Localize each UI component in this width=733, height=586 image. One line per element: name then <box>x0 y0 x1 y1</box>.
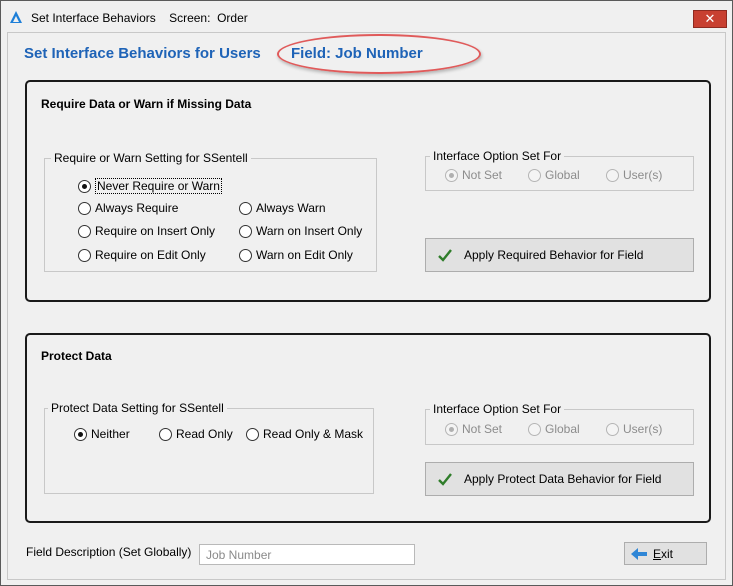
app-logo-icon <box>10 11 22 23</box>
protect-section: Protect Data Protect Data Setting for SS… <box>25 333 711 523</box>
protect-section-title: Protect Data <box>41 349 112 363</box>
radio-never-require-indicator <box>78 179 91 193</box>
dialog-client: Set Interface Behaviors for Users Field:… <box>7 32 726 580</box>
radio-never-require-label: Never Require or Warn <box>95 178 222 194</box>
radio-never-require[interactable]: Never Require or Warn <box>78 178 222 194</box>
protect-set-not-set-indicator <box>445 422 458 436</box>
radio-neither-indicator <box>74 427 87 441</box>
close-button[interactable]: ✕ <box>693 10 727 28</box>
radio-warn-insert-label: Warn on Insert Only <box>256 224 363 238</box>
apply-protect-behavior-button[interactable]: Apply Protect Data Behavior for Field <box>425 462 694 496</box>
radio-always-require-indicator <box>78 201 91 215</box>
apply-protect-behavior-label: Apply Protect Data Behavior for Field <box>464 472 662 486</box>
radio-read-only-mask[interactable]: Read Only & Mask <box>246 427 363 441</box>
radio-warn-edit-label: Warn on Edit Only <box>256 248 353 262</box>
field-description-label: Field Description (Set Globally) <box>26 545 192 559</box>
radio-warn-insert[interactable]: Warn on Insert Only <box>239 224 362 238</box>
radio-require-insert-label: Require on Insert Only <box>95 224 216 238</box>
require-set-not-set-label: Not Set <box>462 168 503 182</box>
require-set-users-label: User(s) <box>623 168 663 182</box>
require-setting-group-label: Require or Warn Setting for SSentell <box>51 151 251 165</box>
require-set-global-radio[interactable]: Global <box>528 168 580 182</box>
page-title: Set Interface Behaviors for Users <box>24 45 261 62</box>
field-description-input[interactable] <box>199 544 415 565</box>
radio-neither-label: Neither <box>91 427 130 441</box>
protect-setting-group-label: Protect Data Setting for SSentell <box>48 401 227 415</box>
apply-required-behavior-label: Apply Required Behavior for Field <box>464 248 644 262</box>
arrow-left-icon <box>631 547 647 560</box>
require-set-not-set-radio[interactable]: Not Set <box>445 168 502 182</box>
radio-warn-edit[interactable]: Warn on Edit Only <box>239 248 353 262</box>
protect-set-global-indicator <box>528 422 541 436</box>
require-section-title: Require Data or Warn if Missing Data <box>41 97 252 111</box>
require-set-global-label: Global <box>545 168 580 182</box>
radio-read-only-mask-indicator <box>246 427 259 441</box>
require-option-set-label: Interface Option Set For <box>430 149 565 163</box>
radio-always-require-label: Always Require <box>95 201 179 215</box>
radio-read-only-mask-label: Read Only & Mask <box>263 427 364 441</box>
radio-warn-edit-indicator <box>239 248 252 262</box>
require-set-global-indicator <box>528 168 541 182</box>
require-section: Require Data or Warn if Missing Data Req… <box>25 80 711 302</box>
protect-setting-group: Protect Data Setting for SSentell Neithe… <box>44 401 374 494</box>
checkmark-icon <box>438 249 452 262</box>
radio-always-require[interactable]: Always Require <box>78 201 178 215</box>
apply-required-behavior-button[interactable]: Apply Required Behavior for Field <box>425 238 694 272</box>
protect-set-users-indicator <box>606 422 619 436</box>
require-set-users-radio[interactable]: User(s) <box>606 168 662 182</box>
protect-set-global-radio[interactable]: Global <box>528 422 580 436</box>
protect-set-users-label: User(s) <box>623 422 663 436</box>
protect-set-not-set-radio[interactable]: Not Set <box>445 422 502 436</box>
radio-always-warn-label: Always Warn <box>256 201 326 215</box>
dialog-window: Set Interface Behaviors Screen: Order ✕ … <box>0 0 733 586</box>
require-option-set-group: Interface Option Set For Not Set Global … <box>425 149 694 191</box>
radio-require-insert[interactable]: Require on Insert Only <box>78 224 215 238</box>
exit-button-label: Exit <box>653 546 674 561</box>
radio-require-edit[interactable]: Require on Edit Only <box>78 248 206 262</box>
protect-option-set-group: Interface Option Set For Not Set Global … <box>425 402 694 445</box>
radio-read-only-label: Read Only <box>176 427 233 441</box>
window-title: Set Interface Behaviors Screen: Order <box>31 11 248 25</box>
radio-neither[interactable]: Neither <box>74 427 130 441</box>
radio-always-warn-indicator <box>239 201 252 215</box>
require-set-not-set-indicator <box>445 168 458 182</box>
radio-always-warn[interactable]: Always Warn <box>239 201 326 215</box>
protect-set-not-set-label: Not Set <box>462 422 503 436</box>
radio-warn-insert-indicator <box>239 224 252 238</box>
checkmark-icon <box>438 473 452 486</box>
highlight-ellipse <box>277 34 481 74</box>
radio-require-edit-indicator <box>78 248 91 262</box>
exit-button[interactable]: Exit <box>624 542 707 565</box>
protect-option-set-label: Interface Option Set For <box>430 402 565 416</box>
title-bar: Set Interface Behaviors Screen: Order ✕ <box>1 1 732 32</box>
radio-require-insert-indicator <box>78 224 91 238</box>
require-setting-group: Require or Warn Setting for SSentell Nev… <box>44 151 377 272</box>
radio-read-only-indicator <box>159 427 172 441</box>
radio-read-only[interactable]: Read Only <box>159 427 233 441</box>
protect-set-global-label: Global <box>545 422 580 436</box>
protect-set-users-radio[interactable]: User(s) <box>606 422 662 436</box>
require-set-users-indicator <box>606 168 619 182</box>
radio-require-edit-label: Require on Edit Only <box>95 248 206 262</box>
